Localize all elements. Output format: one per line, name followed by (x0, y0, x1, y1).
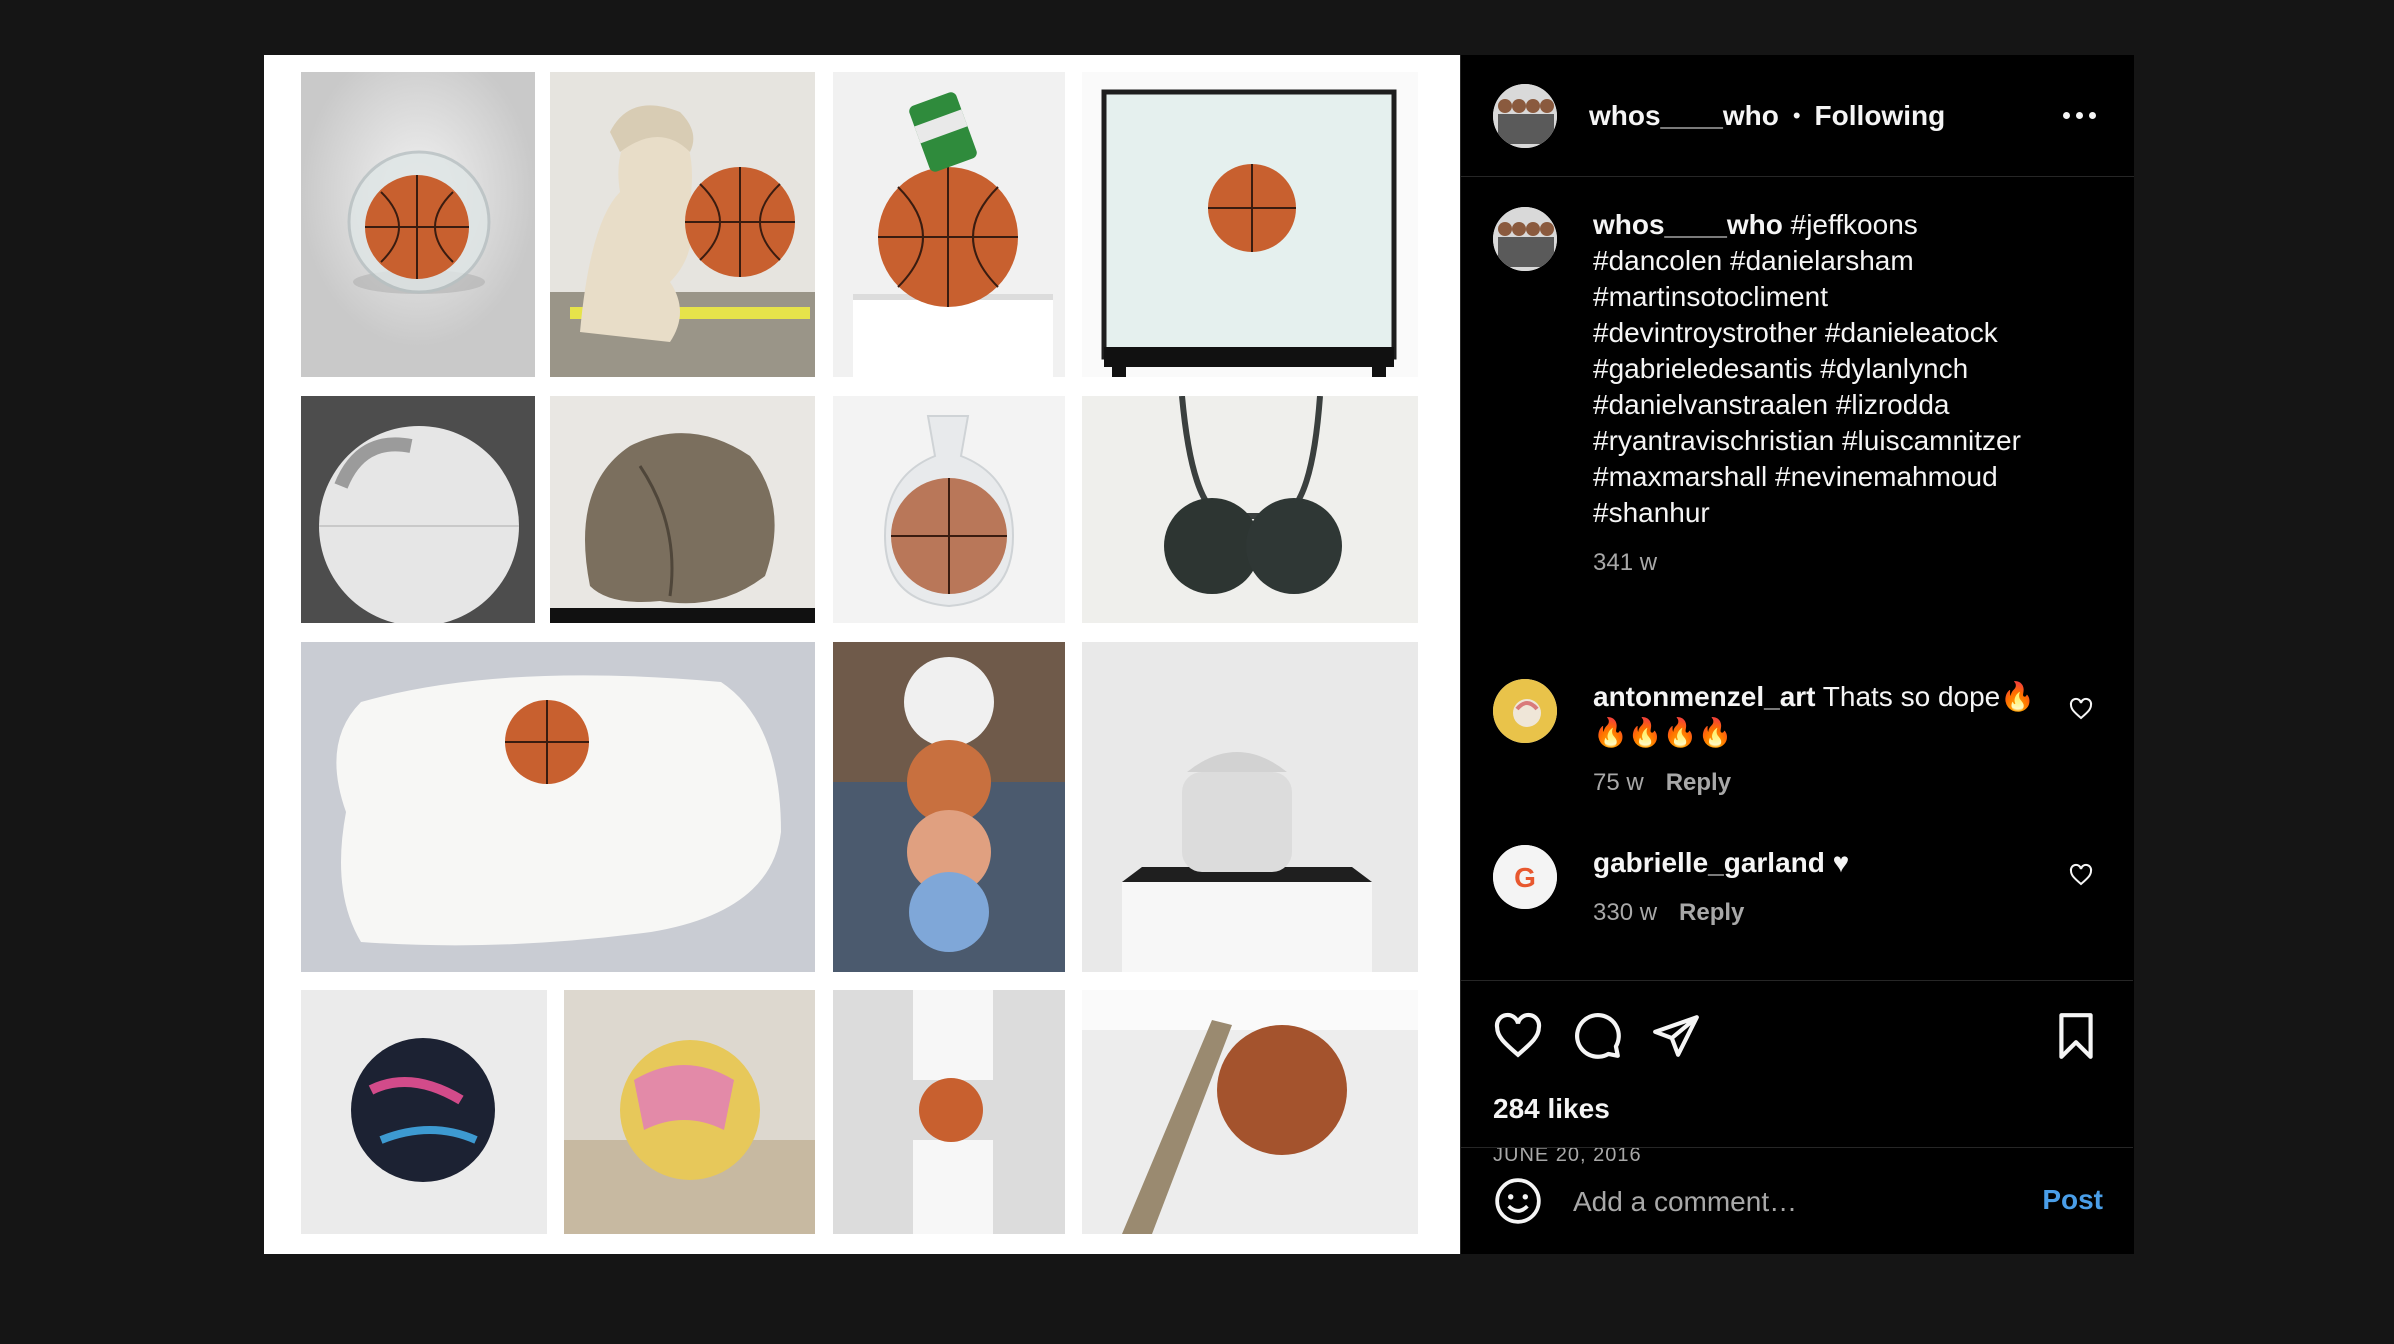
comment-icon[interactable] (1573, 1011, 1623, 1061)
commenter-avatar[interactable] (1493, 679, 1557, 743)
following-button[interactable]: Following (1815, 100, 1946, 132)
reply-button[interactable]: Reply (1679, 899, 1744, 926)
tile-white-sculpture-pedestal (1082, 642, 1418, 972)
comment-like-heart-icon[interactable] (2069, 697, 2093, 721)
tile-patchwork-ball (564, 990, 815, 1234)
comment-item: G gabrielle_garland ♥ 330 w Reply (1493, 845, 2105, 927)
comment-age: 75 w (1593, 769, 1644, 796)
post-image-collage[interactable] (264, 55, 1460, 1254)
commenter-username[interactable]: antonmenzel_art (1593, 681, 1816, 712)
tile-ball-under-branch (1082, 990, 1418, 1234)
tile-painted-ball (301, 990, 547, 1234)
hashtag-line[interactable]: #ryantravischristian #luiscamnitzer (1593, 425, 2021, 456)
tile-ball-on-white-puddle (301, 642, 815, 972)
svg-text:G: G (1514, 862, 1536, 893)
hashtag-line[interactable]: #martinsotocliment (1593, 281, 1828, 312)
comment-like-heart-icon[interactable] (2069, 863, 2093, 887)
hashtag-line[interactable]: #jeffkoons (1791, 209, 1918, 240)
comment-text: Thats so dope🔥 (1822, 681, 2036, 712)
tile-ball-in-tank (1082, 72, 1418, 377)
caption-avatar[interactable] (1493, 207, 1557, 271)
tile-ball-in-plastic-bag (833, 396, 1065, 623)
post-header: whos____who • Following (1461, 55, 2134, 177)
comment-input[interactable] (1571, 1176, 1995, 1228)
tile-white-ball (301, 396, 535, 623)
commenter-username[interactable]: gabrielle_garland (1593, 847, 1825, 878)
separator-dot: • (1792, 102, 1801, 128)
tile-balls-in-net (1082, 396, 1418, 623)
heart-icon[interactable] (1493, 1011, 1543, 1061)
tile-can-on-ball (833, 72, 1065, 377)
tile-david-bust-ball (550, 72, 815, 377)
hashtag-line[interactable]: #dancolen #danielarsham (1593, 245, 1914, 276)
comment-text-continued: 🔥🔥🔥🔥 (1593, 717, 1733, 748)
likes-count[interactable]: 284 likes (1493, 1093, 1610, 1125)
tile-ball-in-fishbowl (301, 72, 535, 377)
tile-deflated-bronze-ball (550, 396, 815, 623)
bookmark-icon[interactable] (2051, 1011, 2101, 1061)
comment-composer: Post (1461, 1147, 2133, 1252)
more-icon[interactable] (2053, 102, 2106, 129)
hashtag-line[interactable]: #maxmarshall #nevinemahmoud (1593, 461, 1998, 492)
post-comment-button[interactable]: Post (2042, 1184, 2103, 1216)
hashtag-line[interactable]: #gabrieledesantis #dylanlynch (1593, 353, 1968, 384)
hashtag-line[interactable]: #shanhur (1593, 497, 1710, 528)
comment-item: antonmenzel_art Thats so dope🔥 🔥🔥🔥🔥 75 w… (1493, 679, 2105, 797)
caption: whos____who #jeffkoons #dancolen #daniel… (1493, 207, 2105, 577)
author-username[interactable]: whos____who (1589, 100, 1779, 132)
share-icon[interactable] (1651, 1011, 1701, 1061)
comment-age: 330 w (1593, 899, 1658, 926)
hashtag-line[interactable]: #devintroystrother #danieleatock (1593, 317, 1998, 348)
post-modal: whos____who • Following whos____who #jef… (264, 55, 2134, 1254)
comment-text: ♥ (1832, 847, 1850, 878)
comments-section[interactable]: whos____who #jeffkoons #dancolen #daniel… (1461, 177, 2133, 980)
emoji-icon[interactable] (1493, 1176, 1543, 1226)
tile-stacked-balls (833, 642, 1065, 972)
caption-text: whos____who #jeffkoons #dancolen #daniel… (1593, 207, 2083, 531)
caption-username[interactable]: whos____who (1593, 209, 1783, 240)
post-details-panel: whos____who • Following whos____who #jef… (1460, 55, 2134, 1254)
hashtag-line[interactable]: #danielvanstraalen #lizrodda (1593, 389, 1949, 420)
tile-ball-crushed-column (833, 990, 1065, 1234)
caption-age: 341 w (1593, 549, 1658, 576)
commenter-avatar[interactable]: G (1493, 845, 1557, 909)
author-avatar[interactable] (1493, 83, 1557, 148)
reply-button[interactable]: Reply (1666, 769, 1731, 796)
